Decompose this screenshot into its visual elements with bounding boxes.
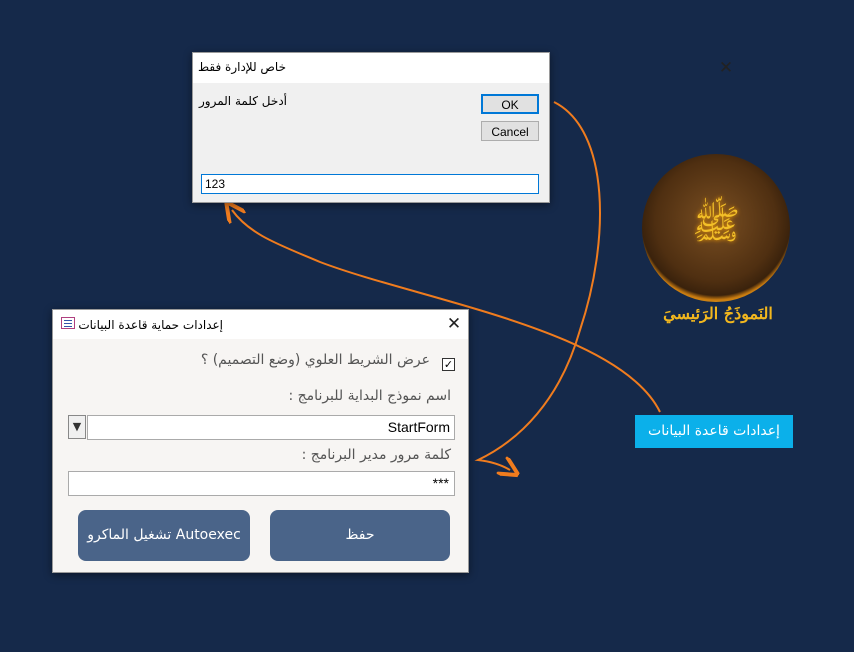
password-prompt: أدخل كلمة المرور <box>198 94 287 108</box>
password-dialog-titlebar: خاص للإدارة فقط <box>193 53 549 83</box>
ok-button[interactable]: OK <box>481 94 539 114</box>
startup-form-combobox[interactable]: StartForm <box>87 415 455 440</box>
close-icon[interactable]: ✕ <box>715 57 737 79</box>
show-toolbar-label: عرض الشريط العلوي (وضع التصميم) ؟ <box>200 352 430 368</box>
main-form-label: النَموذَجُ الرَئيسيَ <box>663 304 773 323</box>
password-dialog-title: خاص للإدارة فقط <box>198 60 286 74</box>
admin-password-input[interactable]: *** <box>68 471 455 496</box>
admin-password-label: كلمة مرور مدير البرنامج : <box>301 447 451 463</box>
password-dialog: خاص للإدارة فقط ✕ أدخل كلمة المرور OK Ca… <box>192 52 733 203</box>
password-input[interactable]: 123 <box>201 174 539 194</box>
golden-emblem-icon[interactable]: ﷺ <box>642 154 790 302</box>
calligraphy-icon: ﷺ <box>691 202 741 248</box>
chevron-down-icon[interactable]: ▼ <box>68 415 86 439</box>
security-settings-dialog: إعدادات حماية قاعدة البيانات ✕ عرض الشري… <box>52 309 469 573</box>
form-icon <box>61 317 75 329</box>
security-dialog-titlebar: إعدادات حماية قاعدة البيانات <box>53 310 468 339</box>
startup-form-label: اسم نموذج البداية للبرنامج : <box>288 388 451 404</box>
database-settings-button[interactable]: إعدادات قاعدة البيانات <box>635 415 793 448</box>
close-icon[interactable]: ✕ <box>443 313 465 335</box>
show-toolbar-checkbox[interactable]: ✓ <box>442 358 455 371</box>
security-dialog-title: إعدادات حماية قاعدة البيانات <box>78 318 223 332</box>
run-macro-button[interactable]: تشغيل الماكرو Autoexec <box>78 510 250 561</box>
cancel-button[interactable]: Cancel <box>481 121 539 141</box>
save-button[interactable]: حفظ <box>270 510 450 561</box>
